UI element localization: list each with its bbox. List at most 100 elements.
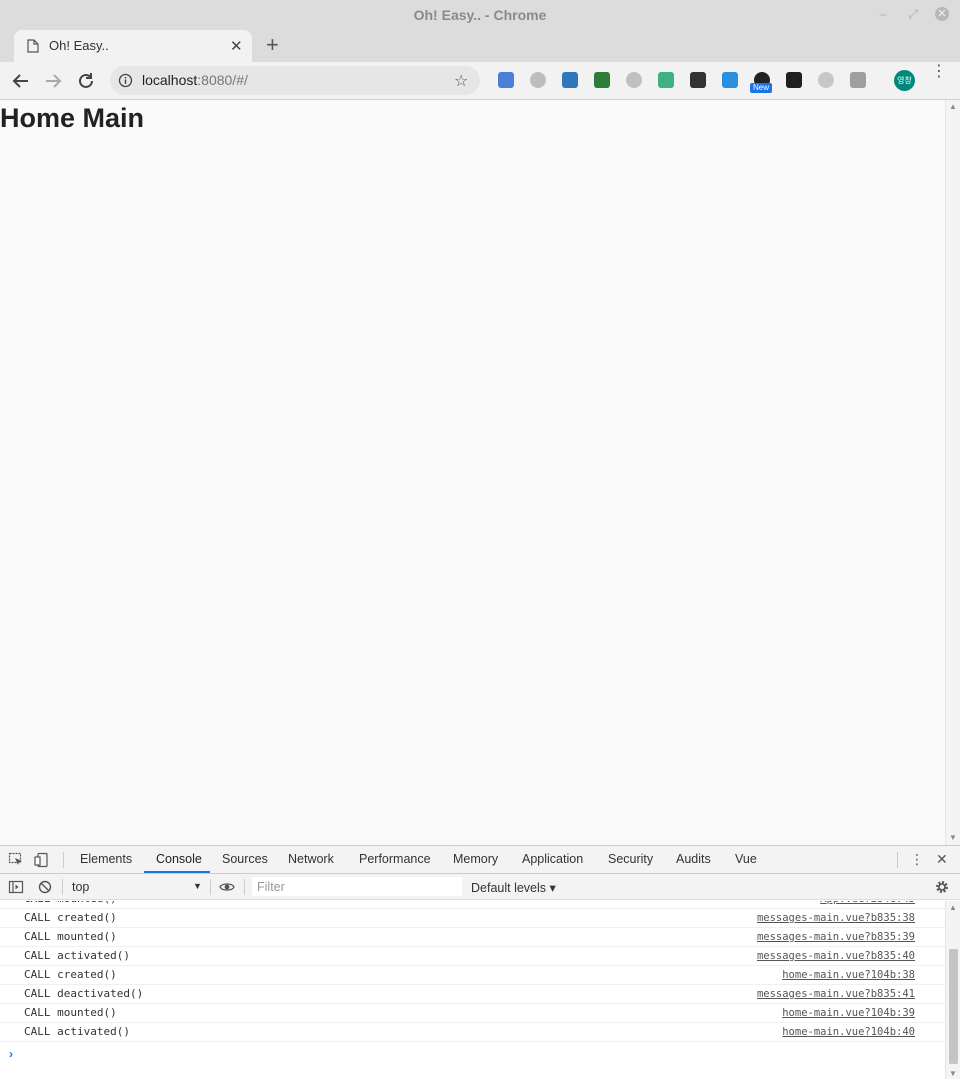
site-info-icon[interactable]: [118, 73, 133, 88]
terminal-ext-icon[interactable]: [786, 72, 802, 88]
app-store-ext-icon[interactable]: [722, 72, 738, 88]
page-scrollbar[interactable]: ▲ ▼: [945, 100, 960, 845]
url-text: localhost:8080/#/: [142, 72, 248, 88]
profile-avatar[interactable]: 영창: [894, 70, 915, 91]
console-log-source-link[interactable]: home-main.vue?104b:39: [782, 1007, 915, 1019]
console-log-source-link[interactable]: home-main.vue?104b:40: [782, 1026, 915, 1038]
console-log-message: CALL created(): [24, 911, 117, 924]
tab-close-icon[interactable]: ✕: [230, 37, 243, 55]
console-log-row: CALL activated() home-main.vue?104b:40: [0, 1023, 945, 1042]
console-log-source-link[interactable]: App.vue?234e:43: [820, 901, 915, 905]
font-ext-icon[interactable]: [690, 72, 706, 88]
tab-strip: Oh! Easy.. ✕ +: [0, 30, 960, 62]
console-output: CALL activated() home-main.vue?104b:40 CAL…: [0, 901, 945, 1079]
gear-ext-icon[interactable]: [626, 72, 642, 88]
devtools-panel: Elements Console Sources Network Performance…: [0, 845, 960, 1079]
console-log-source-link[interactable]: messages-main.vue?b835:39: [757, 931, 915, 943]
devtools-tab-vue[interactable]: Vue: [735, 852, 757, 866]
refresh-ext-icon[interactable]: [530, 72, 546, 88]
devtools-close-icon[interactable]: ✕: [936, 851, 948, 868]
console-log-message: CALL activated(): [24, 1025, 130, 1038]
back-arrow-icon[interactable]: [10, 70, 32, 92]
image-ext-icon[interactable]: [594, 72, 610, 88]
console-settings-gear-icon[interactable]: [934, 879, 950, 895]
devtools-tab-performance[interactable]: Performance: [359, 852, 431, 866]
console-log-row: CALL deactivated() messages-main.vue?b835…: [0, 985, 945, 1004]
devtools-tab-sources[interactable]: Sources: [222, 852, 268, 866]
devtools-tab-audits[interactable]: Audits: [676, 852, 711, 866]
page-viewport: Home Main ▲ ▼: [0, 100, 960, 845]
console-separator: [62, 879, 63, 895]
browser-toolbar: localhost:8080/#/ ☆ New 영창 ⋮: [0, 62, 960, 100]
devtools-tab-security[interactable]: Security: [608, 852, 653, 866]
discord-ext-icon[interactable]: [818, 72, 834, 88]
active-tab-indicator: [144, 871, 210, 873]
console-log-row: CALL created() messages-main.vue?b835:38: [0, 909, 945, 928]
minimize-icon[interactable]: –: [876, 7, 890, 21]
window-title: Oh! Easy.. - Chrome: [413, 7, 547, 23]
live-expression-eye-icon[interactable]: [219, 879, 235, 895]
window-close-icon[interactable]: ✕: [935, 7, 949, 21]
context-selector[interactable]: top: [72, 880, 89, 894]
console-prompt[interactable]: ›: [9, 1047, 13, 1061]
scroll-up-arrow-icon[interactable]: ▲: [949, 102, 957, 111]
restore-icon[interactable]: ⤢: [906, 7, 920, 21]
camera-ext-icon[interactable]: [850, 72, 866, 88]
reload-icon[interactable]: [75, 70, 97, 92]
devtools-tab-application[interactable]: Application: [522, 852, 583, 866]
window-titlebar: Oh! Easy.. - Chrome – ⤢ ✕: [0, 0, 960, 30]
new-tab-button[interactable]: +: [266, 33, 279, 57]
amex-icon[interactable]: [562, 72, 578, 88]
console-log-message: CALL created(): [24, 968, 117, 981]
console-toolbar: top ▼ Default levels ▾: [0, 874, 960, 900]
browser-tab-active[interactable]: Oh! Easy.. ✕: [14, 30, 252, 62]
bookmark-star-icon[interactable]: ☆: [454, 71, 468, 91]
console-log-row: CALL mounted() home-main.vue?104b:39: [0, 1004, 945, 1023]
url-host: localhost: [142, 72, 198, 88]
clear-console-icon[interactable]: [37, 879, 53, 895]
console-log-row: CALL activated() messages-main.vue?b835:4…: [0, 947, 945, 966]
tab-title: Oh! Easy..: [49, 38, 109, 53]
console-log-source-link[interactable]: messages-main.vue?b835:38: [757, 912, 915, 924]
chrome-menu-icon[interactable]: ⋮: [931, 64, 947, 80]
console-separator: [210, 879, 211, 895]
console-log-message: CALL deactivated(): [24, 987, 144, 1000]
devtools-tab-elements[interactable]: Elements: [80, 852, 132, 866]
address-bar[interactable]: localhost:8080/#/ ☆: [110, 66, 480, 95]
page-heading: Home Main: [0, 103, 145, 133]
vue-devtools-icon[interactable]: [658, 72, 674, 88]
device-toolbar-icon[interactable]: [34, 852, 50, 868]
devtools-tab-network[interactable]: Network: [288, 852, 334, 866]
google-translate-icon[interactable]: [498, 72, 514, 88]
page-icon: [27, 39, 39, 53]
inspect-element-icon[interactable]: [8, 852, 24, 868]
context-dropdown-icon[interactable]: ▼: [193, 881, 202, 891]
console-log-message: CALL mounted(): [24, 901, 117, 905]
console-log-row: CALL created() home-main.vue?104b:38: [0, 966, 945, 985]
console-scroll-up-icon[interactable]: ▲: [949, 903, 957, 912]
console-scroll-thumb[interactable]: [949, 949, 958, 1064]
console-scrollbar[interactable]: ▲ ▼: [945, 901, 960, 1079]
devtools-separator: [63, 852, 64, 868]
console-scroll-down-icon[interactable]: ▼: [949, 1069, 957, 1078]
scroll-down-arrow-icon[interactable]: ▼: [949, 833, 957, 842]
devtools-tab-memory[interactable]: Memory: [453, 852, 498, 866]
console-log-row: CALL mounted() App.vue?234e:43: [0, 901, 945, 909]
console-log-row: CALL mounted() messages-main.vue?b835:39: [0, 928, 945, 947]
show-sidebar-icon[interactable]: [8, 879, 24, 895]
log-levels-dropdown[interactable]: Default levels ▾: [471, 880, 556, 895]
console-log-message: CALL mounted(): [24, 930, 117, 943]
forward-arrow-icon[interactable]: [42, 70, 64, 92]
devtools-more-icon[interactable]: ⋮: [910, 851, 924, 868]
console-log-message: CALL activated(): [24, 949, 130, 962]
new-badge: New: [750, 83, 773, 93]
url-path: :8080/#/: [197, 72, 248, 88]
console-log-message: CALL mounted(): [24, 1006, 117, 1019]
console-log-source-link[interactable]: messages-main.vue?b835:40: [757, 950, 915, 962]
devtools-tab-console[interactable]: Console: [156, 852, 202, 866]
console-separator: [244, 879, 245, 895]
console-log-source-link[interactable]: home-main.vue?104b:38: [782, 969, 915, 981]
console-log-source-link[interactable]: messages-main.vue?b835:41: [757, 988, 915, 1000]
devtools-separator: [897, 852, 898, 868]
console-filter-input[interactable]: [252, 877, 462, 896]
